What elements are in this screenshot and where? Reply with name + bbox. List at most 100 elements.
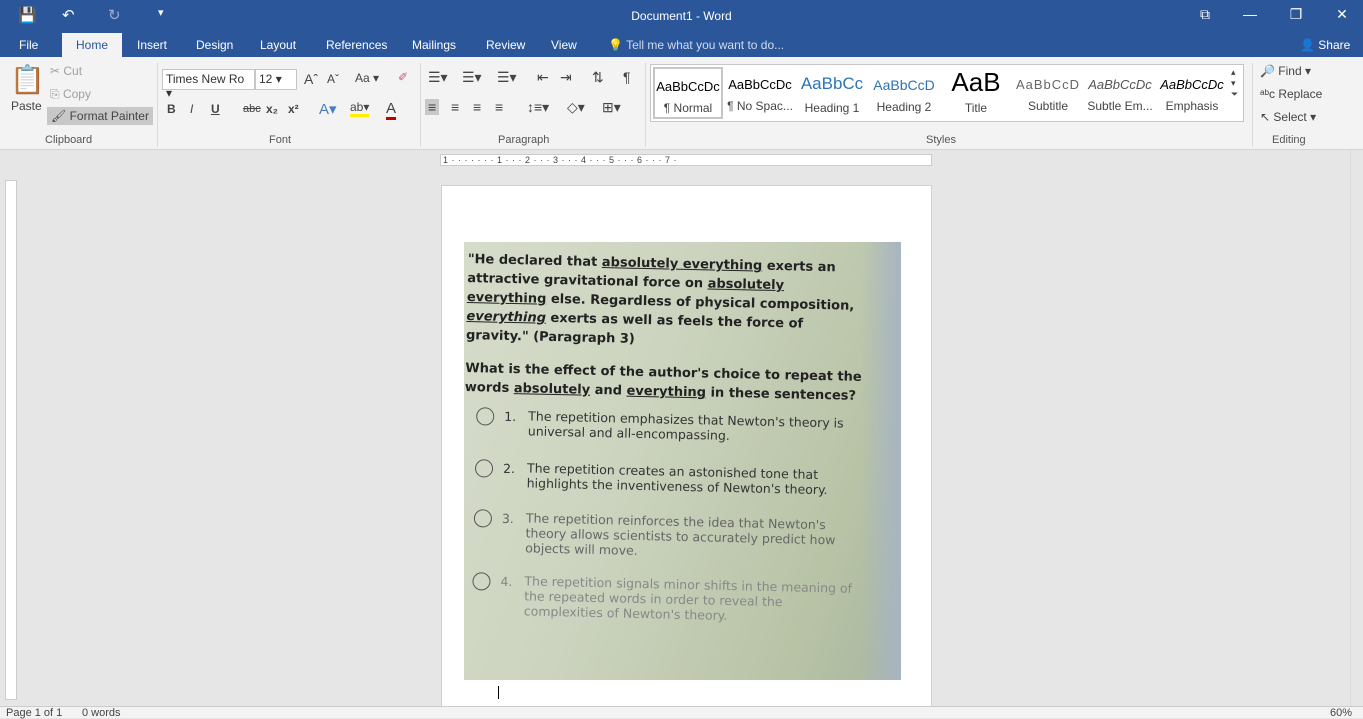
style-title[interactable]: AaB Title [941,67,1011,119]
tab-review[interactable]: Review [486,38,525,52]
bullets-icon[interactable]: ☰▾ [428,69,448,86]
underline-button[interactable]: U [211,102,220,116]
style-normal[interactable]: AaBbCcDc ¶ Normal [653,67,723,119]
clipboard-label: Clipboard [45,134,93,146]
editing-label: Editing [1272,134,1306,146]
change-case-label: Aa [355,71,370,85]
radio-icon[interactable] [473,509,493,528]
radio-icon[interactable] [472,572,491,591]
tell-me-search[interactable]: 💡 Tell me what you want to do... [608,38,784,52]
quote-paragraph: "He declared that absolutely everything … [465,251,855,347]
select-label: Select [1273,110,1307,124]
superscript-button[interactable]: x² [288,102,299,116]
restore-icon[interactable]: ❐ [1281,6,1311,23]
style-preview: AaBbCcD [873,77,935,93]
align-center-icon[interactable]: ≡ [451,99,459,115]
paste-button[interactable]: Paste [11,99,42,113]
multilevel-list-icon[interactable]: ☰▾ [497,69,517,86]
shrink-font-icon[interactable]: Aˇ [327,72,339,86]
style-no-spacing[interactable]: AaBbCcDc ¶ No Spac... [725,67,795,119]
tell-me-text: Tell me what you want to do... [626,38,785,52]
select-button[interactable]: ↖ Select ▾ [1260,110,1316,124]
status-bar: Page 1 of 1 0 words 60% [0,706,1363,719]
clear-formatting-icon[interactable]: ✐ [398,70,408,84]
font-color-icon[interactable]: A [386,100,397,120]
window-title: Document1 - Word [631,9,732,23]
ribbon-tabs: File Home Insert Design Layout Reference… [0,33,1363,57]
subscript-button[interactable]: x₂ [266,102,278,116]
answer-option-3[interactable]: 3. The repetition reinforces the idea tha… [464,509,862,563]
format-painter-button[interactable]: 🖌 Format Painter [47,107,153,125]
text-effects-icon[interactable]: A▾ [319,100,337,118]
style-preview: AaBbCcDc [656,79,720,94]
tab-mailings[interactable]: Mailings [412,38,456,52]
font-label: Font [269,134,292,146]
radio-icon[interactable] [476,407,495,426]
title-bar: 💾 ↶ ↻ ▾ Document1 - Word ⧉ — ❐ ✕ [0,0,1363,33]
share-button[interactable]: 👤 Share [1300,38,1350,52]
word-count[interactable]: 0 words [82,707,121,719]
replace-button[interactable]: ᵃᵇc Replace [1260,87,1322,101]
style-subtitle[interactable]: AaBbCcD Subtitle [1013,67,1083,119]
ribbon: 📋 Paste ✂ Cut ⎘ Copy 🖌 Format Painter Cl… [0,57,1363,150]
align-left-icon[interactable]: ≡ [425,99,440,115]
radio-icon[interactable] [474,459,494,478]
line-spacing-icon[interactable]: ↕≡▾ [527,99,549,116]
cut-button[interactable]: ✂ Cut [50,64,82,78]
style-preview: AaBbCcDc [1160,77,1224,92]
tab-design[interactable]: Design [196,38,233,52]
grow-font-icon[interactable]: Aˆ [304,71,318,87]
style-subtle-emphasis[interactable]: AaBbCcDc Subtle Em... [1085,67,1155,119]
horizontal-ruler[interactable]: 1 · · · · · · · 1 · · · 2 · · · 3 · · · … [440,154,932,166]
strikethrough-button[interactable]: abc [243,103,261,115]
vertical-ruler[interactable] [5,180,17,700]
style-name: Subtle Em... [1087,99,1153,113]
bold-button[interactable]: B [167,102,176,116]
font-size-select[interactable]: 12 ▾ [255,69,297,90]
tab-layout[interactable]: Layout [260,38,296,52]
question-photo[interactable]: "He declared that absolutely everything … [464,242,901,680]
font-name-select[interactable]: Times New Ro ▾ [162,69,255,100]
answer-option-2[interactable]: 2. The repetition creates an astonished t… [464,459,863,498]
cut-label: Cut [63,64,83,78]
numbering-icon[interactable]: ☰▾ [462,69,482,86]
tab-insert[interactable]: Insert [137,38,167,52]
justify-icon[interactable]: ≡ [495,99,503,115]
change-case-button[interactable]: Aa ▾ [355,71,379,85]
increase-indent-icon[interactable]: ⇥ [560,69,572,86]
highlight-icon[interactable]: ab▾ [350,100,370,117]
tab-file[interactable]: File [19,38,38,52]
style-heading-2[interactable]: AaBbCcD Heading 2 [869,67,939,119]
answer-option-1[interactable]: 1. The repetition emphasizes that Newton'… [464,407,864,446]
close-icon[interactable]: ✕ [1327,6,1357,23]
paragraph-label: Paragraph [498,134,550,146]
find-label: Find [1278,64,1302,78]
style-emphasis[interactable]: AaBbCcDc Emphasis [1157,67,1227,119]
italic-button[interactable]: I [190,102,193,116]
style-name: ¶ Normal [663,101,713,115]
decrease-indent-icon[interactable]: ⇤ [537,69,549,86]
paste-icon[interactable]: 📋 [10,63,45,96]
align-right-icon[interactable]: ≡ [473,99,481,115]
ribbon-display-icon[interactable]: ⧉ [1190,6,1220,23]
show-marks-icon[interactable]: ¶ [623,69,631,85]
zoom-level[interactable]: 60% [1330,707,1352,719]
find-button[interactable]: 🔎 Find ▾ [1260,64,1311,78]
style-heading-1[interactable]: AaBbCc Heading 1 [797,67,867,119]
copy-button[interactable]: ⎘ Copy [50,87,91,102]
tab-home[interactable]: Home [62,33,123,57]
vertical-scrollbar[interactable] [1350,150,1363,706]
tab-references[interactable]: References [326,38,387,52]
sort-icon[interactable]: ⇅ [592,69,604,86]
page-count[interactable]: Page 1 of 1 [6,707,62,719]
borders-icon[interactable]: ⊞▾ [602,99,621,116]
shading-icon[interactable]: ◇▾ [567,99,585,116]
styles-label: Styles [926,134,956,146]
style-name: Subtitle [1027,99,1069,113]
minimize-icon[interactable]: — [1235,6,1265,22]
answer-option-4[interactable]: 4. The repetition signals minor shifts in… [464,572,861,626]
tab-view[interactable]: View [551,38,577,52]
share-label: Share [1318,38,1351,52]
format-painter-label: Format Painter [69,109,149,123]
styles-more-icon[interactable]: ▴ ▾ ⏷ [1231,67,1238,100]
